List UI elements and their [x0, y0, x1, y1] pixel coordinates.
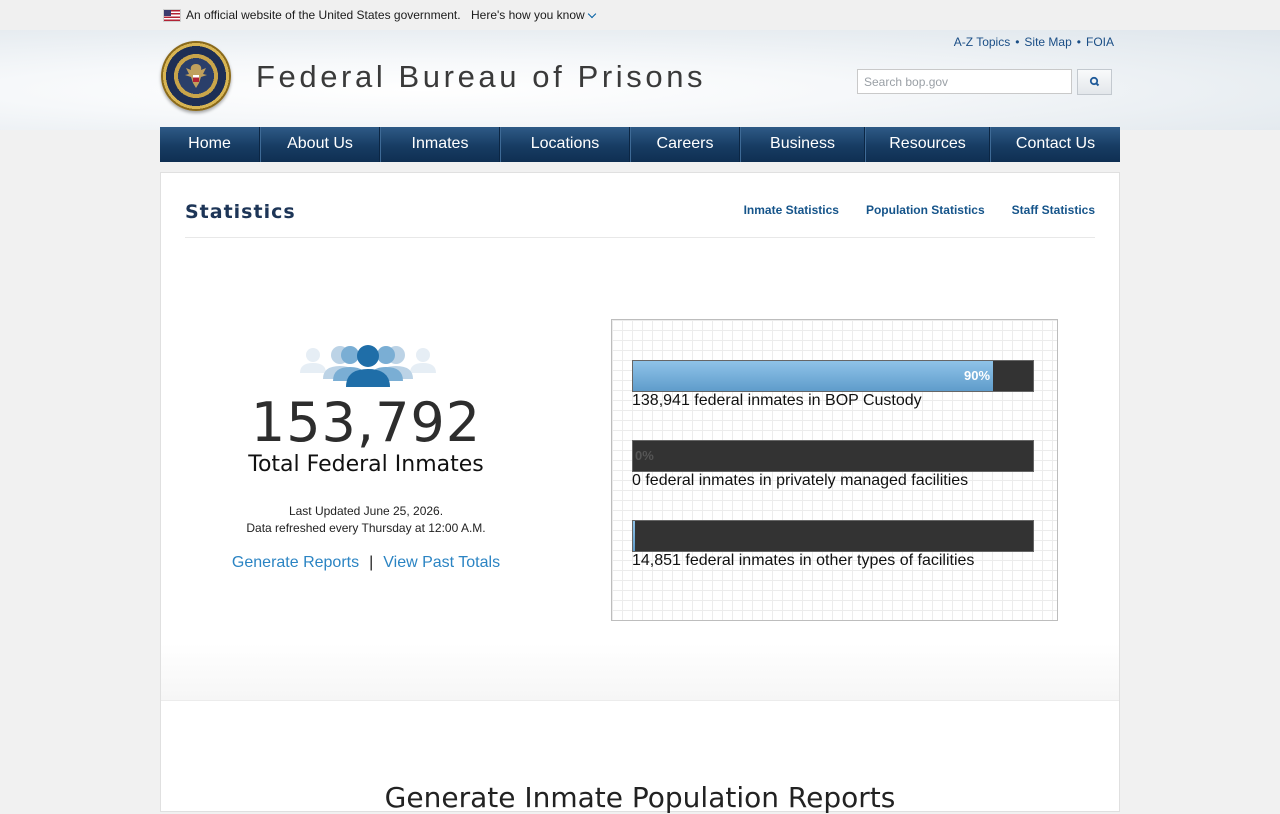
gov-banner-text: An official website of the United States… [186, 8, 461, 22]
population-statistics-link[interactable]: Population Statistics [866, 203, 985, 217]
private-bar-percent: 0% [635, 448, 654, 463]
nav-item-inmates[interactable]: Inmates [380, 127, 500, 162]
az-topics-link[interactable]: A-Z Topics [954, 35, 1010, 49]
generate-reports-link[interactable]: Generate Reports [232, 554, 359, 571]
nav-item-resources[interactable]: Resources [865, 127, 990, 162]
other-bar-caption: 14,851 federal inmates in other types of… [632, 552, 975, 569]
nav-item-home[interactable]: Home [160, 127, 260, 162]
utility-links: A-Z Topics • Site Map • FOIA [954, 35, 1114, 49]
people-group-icon [300, 345, 436, 387]
inmate-statistics-link[interactable]: Inmate Statistics [744, 203, 839, 217]
bullet-separator: • [1015, 35, 1020, 49]
refresh-note-text: Data refreshed every Thursday at 12:00 A… [246, 521, 486, 535]
private-bar-track: 0% [632, 440, 1034, 472]
statistics-subnav: Inmate Statistics Population Statistics St… [717, 203, 1095, 217]
update-info: Last Updated June 25, 2026. Data refresh… [161, 503, 571, 537]
bullet-separator: • [1076, 35, 1081, 49]
how-you-know-link[interactable]: Here's how you know [471, 8, 596, 22]
view-past-totals-link[interactable]: View Past Totals [383, 554, 500, 571]
main-nav: Home About Us Inmates Locations Careers … [160, 127, 1120, 162]
nav-item-business[interactable]: Business [740, 127, 865, 162]
divider [161, 700, 1119, 701]
nav-item-locations[interactable]: Locations [500, 127, 630, 162]
nav-item-careers[interactable]: Careers [630, 127, 740, 162]
section-shade [161, 643, 1119, 700]
eagle-icon [185, 64, 207, 88]
divider [185, 237, 1095, 238]
staff-statistics-link[interactable]: Staff Statistics [1012, 203, 1095, 217]
doj-seal-logo[interactable] [161, 41, 231, 111]
custody-bar-track: 90% [632, 360, 1034, 392]
statistics-card: Statistics Inmate Statistics Population S… [160, 172, 1120, 814]
report-links: Generate Reports | View Past Totals [161, 554, 571, 572]
other-bar-track [632, 520, 1034, 552]
search-button[interactable] [1077, 69, 1112, 95]
foia-link[interactable]: FOIA [1086, 35, 1114, 49]
gov-banner: An official website of the United States… [0, 0, 1280, 31]
other-bar-fill [633, 521, 635, 551]
custody-bar-fill [633, 361, 993, 391]
custody-bar-caption: 138,941 federal inmates in BOP Custody [632, 392, 922, 409]
link-separator: | [369, 554, 374, 571]
page-title: Statistics [185, 201, 296, 223]
nav-item-contact-us[interactable]: Contact Us [990, 127, 1120, 162]
chevron-down-icon [587, 9, 596, 19]
private-bar-caption: 0 federal inmates in privately managed f… [632, 472, 969, 489]
total-inmates-label: Total Federal Inmates [248, 452, 484, 477]
site-map-link[interactable]: Site Map [1024, 35, 1071, 49]
site-header: Federal Bureau of Prisons A-Z Topics • Sit… [0, 30, 1280, 130]
us-flag-icon [163, 9, 181, 22]
custody-breakdown-panel: 90% 138,941 federal inmates in BOP Custo… [611, 319, 1058, 621]
custody-bar-percent: 90% [964, 368, 991, 383]
generate-reports-heading: Generate Inmate Population Reports [384, 781, 896, 814]
site-title[interactable]: Federal Bureau of Prisons [256, 59, 706, 95]
search-input[interactable] [857, 69, 1072, 94]
last-updated-text: Last Updated June 25, 2026. [288, 504, 444, 518]
search-icon [1089, 76, 1100, 87]
total-inmates-count: 153,792 [250, 391, 482, 454]
nav-item-about-us[interactable]: About Us [260, 127, 380, 162]
how-you-know-label[interactable]: Here's how you know [471, 8, 585, 22]
